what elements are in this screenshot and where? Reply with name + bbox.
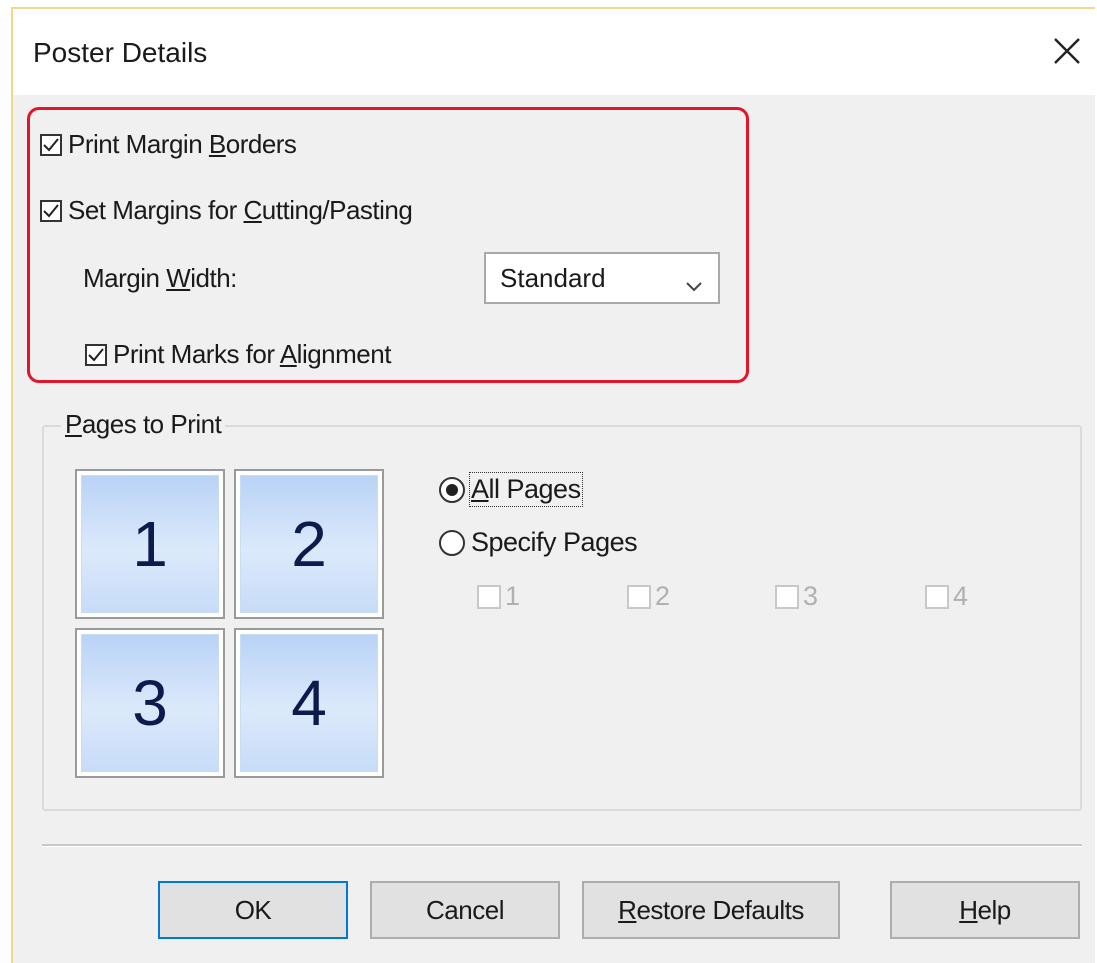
page-tile-2[interactable]: 2	[234, 469, 384, 619]
checkbox-unchecked-icon	[775, 584, 799, 609]
print-marks-checkbox[interactable]: Print Marks for Alignment	[85, 339, 391, 370]
checkbox-checked-icon	[40, 133, 62, 156]
checkbox-unchecked-icon	[477, 584, 501, 609]
page-checkbox-1[interactable]: 1	[477, 581, 520, 612]
radio-unselected-icon	[439, 529, 465, 556]
page-tile-1[interactable]: 1	[75, 469, 225, 619]
set-margins-checkbox[interactable]: Set Margins for Cutting/Pasting	[40, 195, 413, 226]
title-bar: Poster Details	[13, 9, 1095, 95]
poster-details-dialog: Poster Details Print Margin Borders Set …	[11, 7, 1095, 963]
radio-selected-icon	[439, 476, 465, 503]
margin-width-select[interactable]: Standard	[484, 252, 720, 304]
help-button[interactable]: Help	[890, 881, 1080, 939]
page-checkbox-2[interactable]: 2	[627, 581, 670, 612]
checkbox-checked-icon	[40, 199, 62, 222]
margin-width-label: Margin Width:	[83, 263, 237, 293]
page-checkbox-4[interactable]: 4	[925, 581, 968, 612]
cancel-button[interactable]: Cancel	[370, 881, 560, 939]
restore-defaults-button[interactable]: Restore Defaults	[582, 881, 840, 939]
checkbox-checked-icon	[85, 343, 107, 366]
page-preview-grid: 1 2 3 4	[75, 469, 387, 779]
chevron-down-icon	[684, 269, 704, 300]
all-pages-radio[interactable]: All Pages	[439, 472, 583, 507]
print-margin-borders-checkbox[interactable]: Print Margin Borders	[40, 129, 297, 160]
dialog-title: Poster Details	[33, 37, 208, 68]
specify-pages-radio[interactable]: Specify Pages	[439, 527, 638, 558]
checkbox-unchecked-icon	[925, 584, 949, 609]
page-checkbox-3[interactable]: 3	[775, 581, 818, 612]
page-tile-3[interactable]: 3	[75, 628, 225, 778]
separator	[42, 844, 1082, 847]
pages-to-print-label: Pages to Print	[61, 409, 226, 440]
ok-button[interactable]: OK	[158, 881, 348, 939]
close-icon[interactable]	[1041, 27, 1093, 75]
margin-width-value: Standard	[500, 262, 606, 293]
page-tile-4[interactable]: 4	[234, 628, 384, 778]
checkbox-unchecked-icon	[627, 584, 651, 609]
